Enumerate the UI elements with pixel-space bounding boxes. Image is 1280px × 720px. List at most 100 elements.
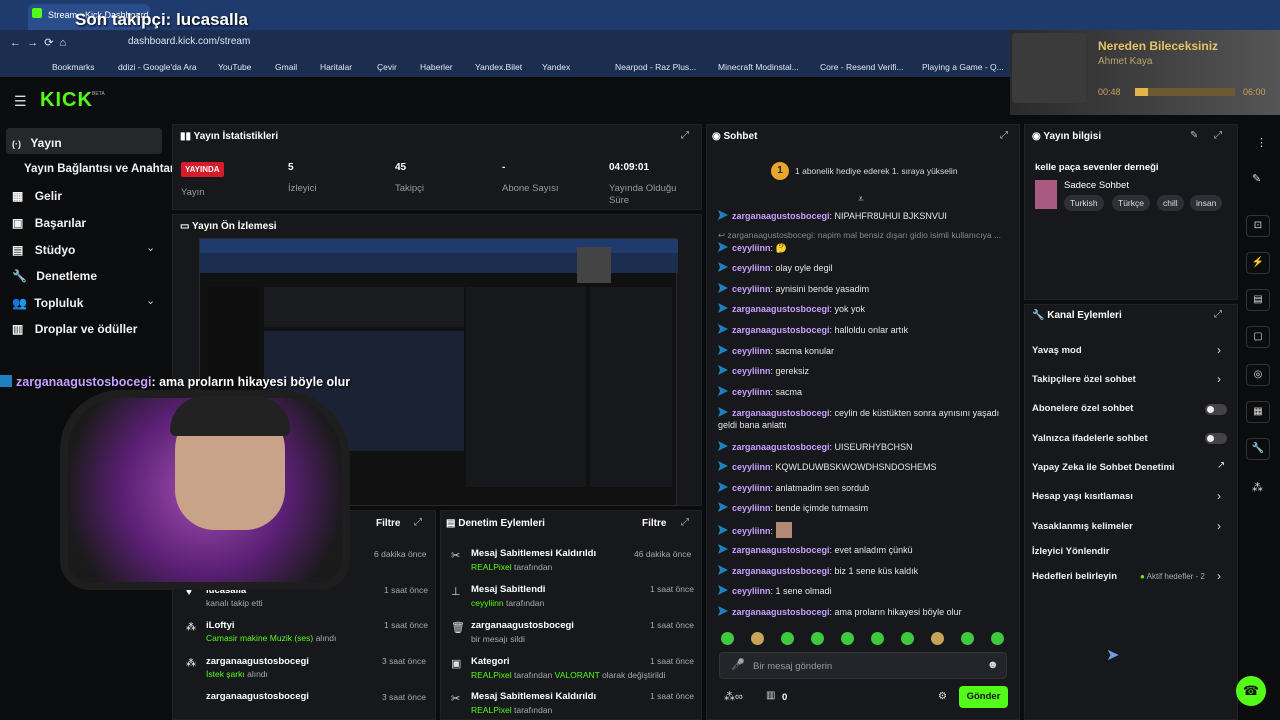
- popout-icon[interactable]: ⤢: [414, 517, 422, 528]
- tag-chip[interactable]: chill: [1157, 195, 1184, 211]
- external-link-icon[interactable]: ↗: [1217, 460, 1225, 471]
- bookmark-item[interactable]: Nearpod - Raz Plus...: [615, 62, 696, 72]
- popout-icon[interactable]: ⤢: [681, 517, 689, 528]
- sidebar-item-gelir[interactable]: ▦ Gelir: [12, 189, 62, 203]
- bookmark-item[interactable]: Haberler: [420, 62, 453, 72]
- bookmark-item[interactable]: YouTube: [218, 62, 251, 72]
- popout-icon[interactable]: ⤢: [1000, 130, 1008, 141]
- bookmark-item[interactable]: Core - Resend Verifi...: [820, 62, 904, 72]
- action-goals[interactable]: Hedefleri belirleyin: [1032, 571, 1117, 582]
- rail-button[interactable]: 🔧: [1246, 438, 1270, 460]
- emote-icon[interactable]: [841, 632, 854, 645]
- rail-button[interactable]: ⊡: [1246, 215, 1270, 237]
- kicks-icon[interactable]: ⁂∞: [724, 690, 743, 703]
- nav-back-icon[interactable]: ← → ⟳ ⌂: [10, 36, 66, 49]
- rail-button[interactable]: ⚡: [1246, 252, 1270, 274]
- emote-icon[interactable]: [991, 632, 1004, 645]
- gift-banner-text[interactable]: 1 abonelik hediye ederek 1. sıraya yükse…: [795, 166, 958, 176]
- emote-icon[interactable]: [871, 632, 884, 645]
- chevron-down-icon[interactable]: ⌄: [146, 294, 155, 307]
- chevron-down-icon[interactable]: ⌄: [146, 241, 155, 254]
- category-name[interactable]: Sadece Sohbet: [1064, 180, 1129, 191]
- sidebar-item-droplar[interactable]: ▥ Droplar ve ödüller: [12, 322, 137, 336]
- sidebar-item-topluluk[interactable]: 👥 Topluluk: [12, 296, 83, 310]
- bookmark-item[interactable]: Çevir: [377, 62, 397, 72]
- feed-time: 46 dakika önce: [634, 549, 692, 559]
- bookmark-item[interactable]: Minecraft Modinstal...: [718, 62, 799, 72]
- channel-actions-panel: [1024, 304, 1238, 720]
- chat-message: zarganaagustosbocegi: halloldu onlar art…: [718, 324, 1008, 336]
- action-account-age[interactable]: Hesap yaşı kısıtlaması: [1032, 491, 1133, 502]
- popout-icon[interactable]: ⤢: [681, 130, 689, 141]
- help-support-icon[interactable]: ☎: [1236, 676, 1266, 706]
- hamburger-menu-icon[interactable]: ☰: [14, 93, 27, 110]
- song-title: Nereden Bileceksiniz: [1098, 39, 1219, 53]
- bookmark-item[interactable]: Yandex: [542, 62, 570, 72]
- edit-icon[interactable]: ✎: [1190, 130, 1198, 141]
- kick-favicon-icon: [32, 8, 42, 18]
- rail-button[interactable]: ◎: [1246, 364, 1270, 386]
- popout-icon[interactable]: ⤢: [1214, 309, 1222, 320]
- points-icon[interactable]: ▥: [766, 690, 775, 701]
- popout-icon[interactable]: ⤢: [1214, 130, 1222, 141]
- feed-user[interactable]: zarganaagustosbocegi: [206, 691, 309, 702]
- action-followers-only[interactable]: Takipçilere özel sohbet: [1032, 374, 1136, 385]
- feed-filter-button[interactable]: Filtre: [376, 518, 400, 529]
- rail-button[interactable]: ▦: [1246, 401, 1270, 423]
- emote-icon[interactable]: [811, 632, 824, 645]
- mic-icon[interactable]: 🎤: [731, 658, 745, 671]
- kick-logo[interactable]: KICK: [40, 89, 93, 112]
- feed-user[interactable]: zarganaagustosbocegi: [206, 656, 309, 667]
- action-ai-moderation[interactable]: Yapay Zeka ile Sohbet Denetimi: [1032, 462, 1175, 473]
- chevron-right-icon[interactable]: ›: [1217, 372, 1221, 386]
- action-emote-only[interactable]: Yalnızca ifadelerle sohbet: [1032, 433, 1148, 444]
- sidebar-item-basarilar[interactable]: ▣ Başarılar: [12, 216, 86, 230]
- edit-icon[interactable]: ✎: [1252, 172, 1261, 185]
- action-subs-only[interactable]: Abonelere özel sohbet: [1032, 403, 1133, 414]
- stream-info-panel: [1024, 124, 1238, 300]
- action-slow-mode[interactable]: Yavaş mod: [1032, 345, 1082, 356]
- more-options-icon[interactable]: ⋮: [1256, 136, 1267, 149]
- bookmark-item[interactable]: ddizi - Google'da Ara: [118, 62, 197, 72]
- emote-icon[interactable]: [751, 632, 764, 645]
- settings-gear-icon[interactable]: ⚙: [938, 691, 947, 702]
- collapse-icon[interactable]: ⩡: [858, 194, 864, 205]
- bookmark-item[interactable]: Yandex.Bilet: [475, 62, 522, 72]
- bookmark-item[interactable]: Haritalar: [320, 62, 352, 72]
- tag-chip[interactable]: Türkçe: [1112, 195, 1150, 211]
- chevron-right-icon[interactable]: ›: [1217, 519, 1221, 533]
- sidebar-item-yayin[interactable]: (·) Yayın: [12, 136, 62, 150]
- feed-desc: kanalı takip etti: [206, 598, 263, 608]
- chevron-right-icon[interactable]: ›: [1217, 489, 1221, 503]
- chevron-right-icon[interactable]: ›: [1217, 343, 1221, 357]
- sidebar-item-denetleme[interactable]: 🔧 Denetleme: [12, 269, 97, 283]
- action-host[interactable]: İzleyici Yönlendir: [1032, 546, 1109, 557]
- mod-filter-button[interactable]: Filtre: [642, 518, 666, 529]
- emote-icon[interactable]: [901, 632, 914, 645]
- sidebar-item-stream-key[interactable]: Yayın Bağlantısı ve Anahtarı: [24, 163, 178, 175]
- chevron-right-icon[interactable]: ›: [1217, 569, 1221, 583]
- bookmark-item[interactable]: Gmail: [275, 62, 297, 72]
- emote-icon[interactable]: [931, 632, 944, 645]
- chat-input-placeholder[interactable]: Bir mesaj gönderin: [753, 661, 832, 672]
- feed-user[interactable]: iLoftyi: [206, 620, 235, 631]
- emote-only-toggle[interactable]: [1205, 433, 1227, 444]
- emote-icon[interactable]: [781, 632, 794, 645]
- tag-chip[interactable]: insan: [1190, 195, 1223, 211]
- chat-message: ceyyliinn: 1 sene olmadi: [718, 585, 1008, 597]
- send-button[interactable]: Gönder: [959, 686, 1008, 708]
- chat-message: zarganaagustosbocegi: yok yok: [718, 303, 1008, 315]
- kicks-icon[interactable]: ⁂: [1252, 481, 1263, 494]
- subs-only-toggle[interactable]: [1205, 404, 1227, 415]
- bookmark-item[interactable]: Bookmarks: [52, 62, 95, 72]
- tag-chip[interactable]: Turkish: [1064, 195, 1104, 211]
- url-text[interactable]: dashboard.kick.com/stream: [128, 36, 250, 47]
- emote-icon[interactable]: [721, 632, 734, 645]
- bookmark-item[interactable]: Playing a Game - Q...: [922, 62, 1004, 72]
- rail-button[interactable]: ▢: [1246, 326, 1270, 348]
- action-banned-words[interactable]: Yasaklanmış kelimeler: [1032, 521, 1133, 532]
- rail-button[interactable]: ▤: [1246, 289, 1270, 311]
- sidebar-item-studyo[interactable]: ▤ Stüdyo: [12, 243, 75, 257]
- emote-icon[interactable]: [961, 632, 974, 645]
- emoji-picker-icon[interactable]: ☻: [987, 659, 999, 671]
